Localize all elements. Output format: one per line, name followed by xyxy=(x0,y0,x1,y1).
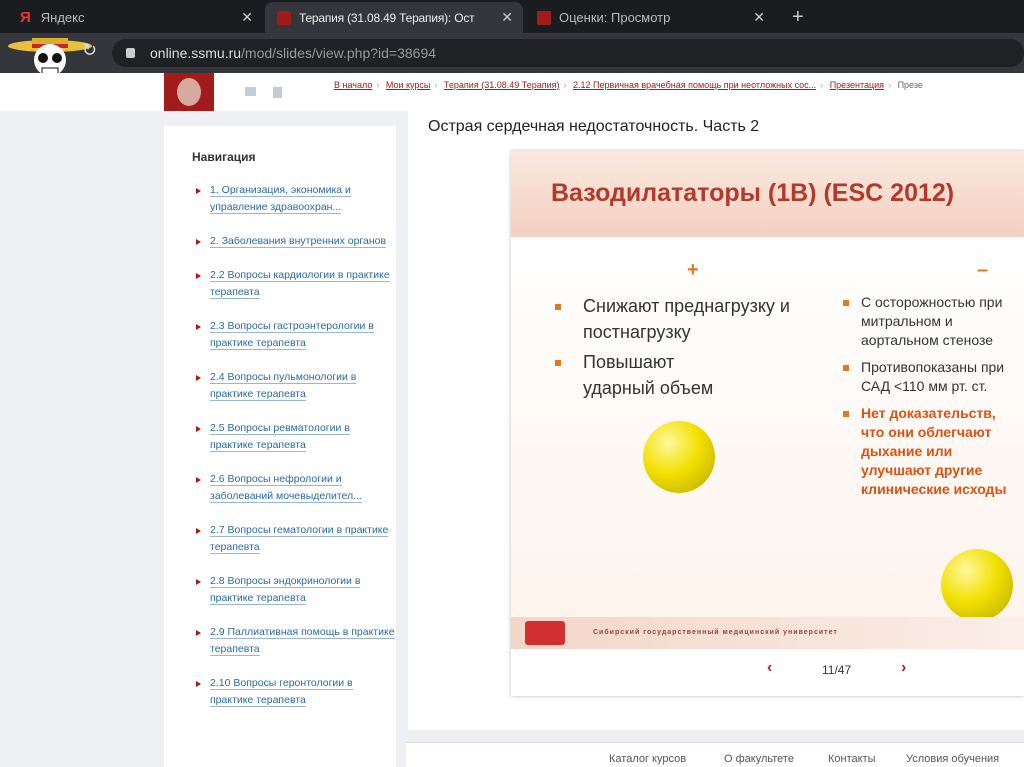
nav-item[interactable]: 2.6 Вопросы нефрологии и заболеваний моч… xyxy=(192,471,396,505)
nav-item-label: 2.9 Паллиативная помощь в практике терап… xyxy=(210,626,395,656)
nav-item-label: 2.10 Вопросы геронтологии в практике тер… xyxy=(210,677,353,707)
pros-list: Снижают преднагрузку и постнагрузку Повы… xyxy=(551,293,811,405)
pros-heading: + xyxy=(687,259,699,281)
nav-item-label: 2.5 Вопросы ревматологии в практике тера… xyxy=(210,422,350,452)
nav-item[interactable]: 2.2 Вопросы кардиологии в практике терап… xyxy=(192,267,396,301)
nav-item-label: 2.6 Вопросы нефрологии и заболеваний моч… xyxy=(210,473,362,503)
slide-counter: 11/47 xyxy=(822,663,852,677)
breadcrumb-course[interactable]: Терапия (31.08.49 Терапия) xyxy=(444,80,560,90)
tab-yandex[interactable]: Я Яндекс ✕ xyxy=(8,2,263,33)
breadcrumb-current: Презе xyxy=(897,80,923,90)
ssmu-favicon-icon xyxy=(537,10,551,25)
sad-smiley-icon xyxy=(941,549,1013,621)
close-icon[interactable]: ✕ xyxy=(501,9,513,26)
nav-item[interactable]: 2.5 Вопросы ревматологии в практике тера… xyxy=(192,420,396,454)
navigation-block: Навигация 1. Организация, экономика и уп… xyxy=(164,126,396,767)
close-icon[interactable]: ✕ xyxy=(753,9,765,26)
footer-link-catalog[interactable]: Каталог курсов xyxy=(609,753,686,765)
ssmu-favicon-icon xyxy=(277,10,291,25)
tab-title: Оценки: Просмотр xyxy=(559,10,671,25)
prev-slide-button[interactable]: ‹ xyxy=(767,659,772,677)
mail-icon[interactable] xyxy=(245,87,256,96)
skull-avatar-icon[interactable] xyxy=(6,34,94,76)
slide-body: + – Снижают преднагрузку и постнагрузку … xyxy=(511,237,1024,627)
site-footer: Каталог курсов О факультете Контакты Усл… xyxy=(406,742,1024,767)
cons-item: Нет доказательств, что они облегчают дых… xyxy=(839,404,1017,499)
pros-item: Повышают ударный объем xyxy=(551,349,751,401)
slide: Вазодилататоры (1B) (ESC 2012) + – Снижа… xyxy=(511,151,1024,696)
tab-title: Яндекс xyxy=(40,10,85,25)
nav-item[interactable]: 2.10 Вопросы геронтологии в практике тер… xyxy=(192,675,396,709)
tab-bar: Я Яндекс ✕ Терапия (31.08.49 Терапия): Ост… xyxy=(0,0,1024,33)
breadcrumb-home[interactable]: В начало xyxy=(334,80,372,90)
nav-item-label: 2. Заболевания внутренних органов xyxy=(210,235,387,248)
navigation-title: Навигация xyxy=(192,150,256,164)
url-path: /mod/slides/view.php?id=38694 xyxy=(241,45,437,61)
new-tab-button[interactable]: + xyxy=(780,2,810,33)
breadcrumb-presentation[interactable]: Презентация xyxy=(830,80,884,90)
site-header: В начало › Мои курсы › Терапия (31.08.49 Т… xyxy=(0,73,1024,111)
nav-item-label: 2.7 Вопросы гематологии в практике терап… xyxy=(210,524,389,554)
slide-footer: Сибирский государственный медицинский ун… xyxy=(511,617,1024,649)
breadcrumb: В начало › Мои курсы › Терапия (31.08.49 Т… xyxy=(334,80,923,90)
footer-link-contacts[interactable]: Контакты xyxy=(828,753,876,765)
slide-title-band: Вазодилататоры (1B) (ESC 2012) xyxy=(511,151,1024,237)
cons-item: С осторожностью при митральном и аорталь… xyxy=(839,293,1017,350)
url-input[interactable]: online.ssmu.ru/mod/slides/view.php?id=38… xyxy=(112,39,1024,67)
pros-item: Снижают преднагрузку и постнагрузку xyxy=(551,293,811,345)
next-slide-button[interactable]: › xyxy=(901,659,906,677)
nav-item[interactable]: 2.4 Вопросы пульмонологии в практике тер… xyxy=(192,369,396,403)
nav-item[interactable]: 2. Заболевания внутренних органов xyxy=(192,233,396,250)
nav-item[interactable]: 2.9 Паллиативная помощь в практике терап… xyxy=(192,624,396,658)
medical-kit-icon xyxy=(525,621,565,645)
url-host: online.ssmu.ru xyxy=(150,45,242,61)
nav-item[interactable]: 2.8 Вопросы эндокринологии в практике те… xyxy=(192,573,396,607)
cons-item: Противопоказаны при САД <110 мм рт. ст. xyxy=(839,358,1017,396)
nav-item-label: 2.4 Вопросы пульмонологии в практике тер… xyxy=(210,371,357,401)
nav-item-label: 2.3 Вопросы гастроэнтерологии в практике… xyxy=(210,320,374,350)
close-icon[interactable]: ✕ xyxy=(241,9,253,26)
nav-item[interactable]: 2.3 Вопросы гастроэнтерологии в практике… xyxy=(192,318,396,352)
slide-title: Вазодилататоры (1B) (ESC 2012) xyxy=(551,179,955,207)
page-title: Острая сердечная недостаточность. Часть … xyxy=(428,118,760,135)
nav-item[interactable]: 1. Организация, экономика и управление з… xyxy=(192,182,396,216)
breadcrumb-my-courses[interactable]: Мои курсы xyxy=(386,80,431,90)
reload-icon[interactable]: ↻ xyxy=(82,40,97,61)
university-logo[interactable] xyxy=(164,73,214,111)
happy-smiley-icon xyxy=(643,421,715,493)
nav-item-label: 2.8 Вопросы эндокринологии в практике те… xyxy=(210,575,361,605)
breadcrumb-section[interactable]: 2.12 Первичная врачебная помощь при неот… xyxy=(573,80,816,90)
cons-heading: – xyxy=(977,259,989,281)
footer-link-terms[interactable]: Условия обучения xyxy=(906,753,999,765)
tab-title: Терапия (31.08.49 Терапия): Ост xyxy=(299,10,475,25)
yandex-icon: Я xyxy=(20,9,31,26)
nav-item[interactable]: 2.7 Вопросы гематологии в практике терап… xyxy=(192,522,396,556)
cons-list: С осторожностью при митральном и аорталь… xyxy=(839,293,1017,507)
nav-item-label: 1. Организация, экономика и управление з… xyxy=(210,184,351,214)
address-bar-area: online.ssmu.ru/mod/slides/view.php?id=38… xyxy=(0,33,1024,73)
tab-grades[interactable]: Оценки: Просмотр ✕ xyxy=(525,2,775,33)
calendar-icon[interactable] xyxy=(273,87,282,98)
nav-item-label: 2.2 Вопросы кардиологии в практике терап… xyxy=(210,269,390,299)
lock-icon xyxy=(126,48,135,58)
footer-link-about[interactable]: О факультете xyxy=(724,753,794,765)
slide-footer-text: Сибирский государственный медицинский ун… xyxy=(593,629,838,636)
tab-therapy[interactable]: Терапия (31.08.49 Терапия): Ост ✕ xyxy=(265,2,523,33)
